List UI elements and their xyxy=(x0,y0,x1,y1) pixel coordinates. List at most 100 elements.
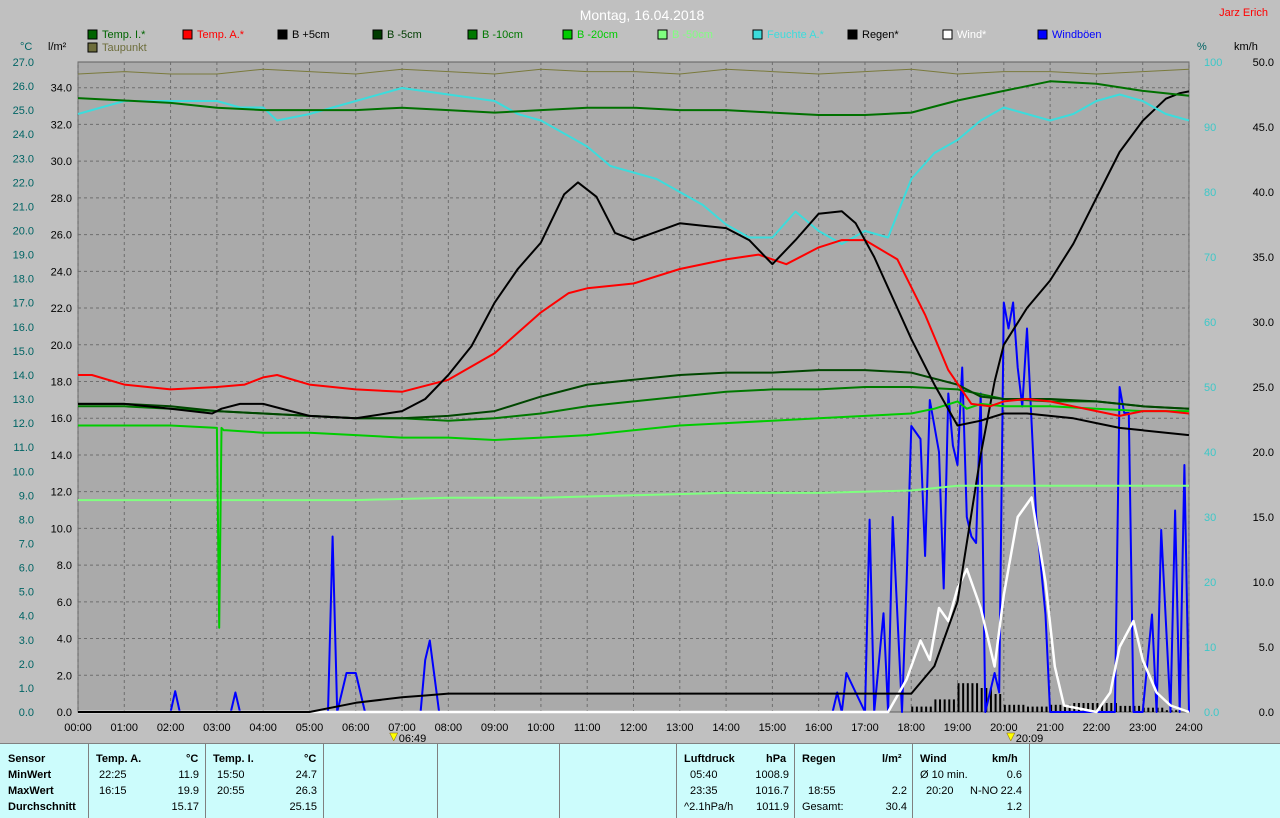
rain-total-label: Gesamt: xyxy=(802,801,844,813)
tick-label-kmh: 35.0 xyxy=(1253,252,1274,264)
rain-bar xyxy=(962,683,965,712)
tick-label-celsius: 17.0 xyxy=(13,298,34,310)
legend-swatch xyxy=(1037,29,1048,40)
pressure-header: Luftdruck xyxy=(684,753,735,765)
rain-bar xyxy=(1017,704,1020,712)
rain-bar xyxy=(1031,706,1034,712)
tick-label-celsius: 20.0 xyxy=(13,226,34,238)
tick-label-rain: 14.0 xyxy=(51,450,72,462)
rain-bar xyxy=(929,706,932,712)
rain-bar xyxy=(939,699,942,712)
tick-label-celsius: 22.0 xyxy=(13,177,34,189)
chart-title: Montag, 16.04.2018 xyxy=(580,7,705,23)
legend-label: B -10cm xyxy=(482,29,523,41)
temp-i-min-time: 15:50 xyxy=(217,769,245,781)
tick-label-rain: 6.0 xyxy=(57,597,72,609)
legend-swatch xyxy=(277,29,288,40)
tick-label-celsius: 23.0 xyxy=(13,153,34,165)
tick-label-kmh: 10.0 xyxy=(1253,577,1274,589)
tick-label-rain: 26.0 xyxy=(51,230,72,242)
rain-bar xyxy=(1003,704,1006,712)
axis-unit-kmh: km/h xyxy=(1234,41,1258,53)
tick-label-rain: 8.0 xyxy=(57,560,72,572)
tick-label-rain: 12.0 xyxy=(51,487,72,499)
tick-label-time: 24:00 xyxy=(1175,722,1203,734)
tick-label-celsius: 14.0 xyxy=(13,370,34,382)
rain-bar xyxy=(1128,705,1131,712)
tick-label-rain: 2.0 xyxy=(57,670,72,682)
tick-label-time: 17:00 xyxy=(851,722,879,734)
temp-a-min-time: 22:25 xyxy=(99,769,127,781)
temp-i-header: Temp. I. xyxy=(213,753,254,765)
tick-label-rain: 16.0 xyxy=(51,413,72,425)
sun-marker-icon xyxy=(389,732,399,742)
tick-label-celsius: 2.0 xyxy=(19,659,34,671)
tick-label-percent: 30 xyxy=(1204,512,1216,524)
tick-label-celsius: 15.0 xyxy=(13,346,34,358)
rain-bar xyxy=(1105,703,1108,712)
tick-label-time: 22:00 xyxy=(1083,722,1111,734)
temp-a-avg: 15.17 xyxy=(171,801,199,813)
legend-label: B +5cm xyxy=(292,29,330,41)
tick-label-celsius: 4.0 xyxy=(19,611,34,623)
axis-unit-celsius: °C xyxy=(20,41,32,53)
tick-label-celsius: 9.0 xyxy=(19,490,34,502)
rain-bar xyxy=(1110,703,1113,712)
temp-a-header: Temp. A. xyxy=(96,753,142,765)
pressure-unit: hPa xyxy=(766,753,787,765)
time-markers: 06:49 20:09 xyxy=(389,732,1044,743)
wind-unit: km/h xyxy=(992,753,1018,765)
legend-swatch xyxy=(87,29,98,40)
tick-label-percent: 60 xyxy=(1204,317,1216,329)
tick-label-time: 03:00 xyxy=(203,722,231,734)
rain-bar xyxy=(1161,707,1164,712)
rain-bar xyxy=(1026,706,1029,712)
pressure-max-time: 23:35 xyxy=(690,785,718,797)
legend-label: Feuchte A.* xyxy=(767,29,825,41)
rain-unit: l/m² xyxy=(882,753,902,765)
tick-label-percent: 90 xyxy=(1204,122,1216,134)
temp-a-max: 19.9 xyxy=(177,785,199,797)
weather-chart-window: Montag, 16.04.2018 Jarz Erich Temp. I.* T… xyxy=(0,0,1280,818)
tick-label-kmh: 5.0 xyxy=(1259,642,1274,654)
tick-label-celsius: 18.0 xyxy=(13,274,34,286)
rain-bar xyxy=(1036,706,1039,712)
legend-swatch xyxy=(752,29,763,40)
row-min-label: MinWert xyxy=(8,769,52,781)
tick-label-kmh: 15.0 xyxy=(1253,512,1274,524)
author-label: Jarz Erich xyxy=(1219,7,1268,19)
tick-label-time: 06:00 xyxy=(342,722,370,734)
legend: Temp. I.* Temp. A.* B +5cm B -5cm B -10cm B -… xyxy=(87,29,1102,54)
tick-label-celsius: 0.0 xyxy=(19,707,34,719)
tick-label-rain: 34.0 xyxy=(51,83,72,95)
legend-label: B -20cm xyxy=(577,29,618,41)
rain-bar xyxy=(1175,710,1178,712)
tick-label-time: 11:00 xyxy=(574,722,601,734)
tick-label-celsius: 19.0 xyxy=(13,250,34,262)
tick-label-celsius: 11.0 xyxy=(13,442,34,454)
legend-swatch xyxy=(182,29,193,40)
legend-label: Temp. I.* xyxy=(102,29,146,41)
rain-bar xyxy=(952,699,955,712)
tick-label-kmh: 25.0 xyxy=(1253,382,1274,394)
rain-bar xyxy=(1119,705,1122,712)
legend-swatch xyxy=(847,29,858,40)
legend-label: Temp. A.* xyxy=(197,29,245,41)
rain-rate: 2.2 xyxy=(891,785,907,797)
rain-bar xyxy=(915,706,918,712)
sun-marker-icon xyxy=(1006,732,1016,742)
sun-marker-label: 06:49 xyxy=(399,733,427,743)
rain-bar xyxy=(1124,705,1127,712)
tick-label-time: 15:00 xyxy=(759,722,787,734)
rain-header: Regen xyxy=(802,753,836,765)
rain-bar xyxy=(1165,710,1168,712)
tick-label-kmh: 40.0 xyxy=(1253,187,1274,199)
rain-bar xyxy=(920,706,923,712)
sun-marker-label: 20:09 xyxy=(1016,733,1044,743)
tick-label-celsius: 10.0 xyxy=(13,466,34,478)
tick-label-percent: 80 xyxy=(1204,187,1216,199)
tick-label-celsius: 5.0 xyxy=(19,587,34,599)
tick-label-time: 20:00 xyxy=(990,722,1018,734)
pressure-avg: 1011.9 xyxy=(756,801,789,813)
tick-label-time: 13:00 xyxy=(666,722,694,734)
